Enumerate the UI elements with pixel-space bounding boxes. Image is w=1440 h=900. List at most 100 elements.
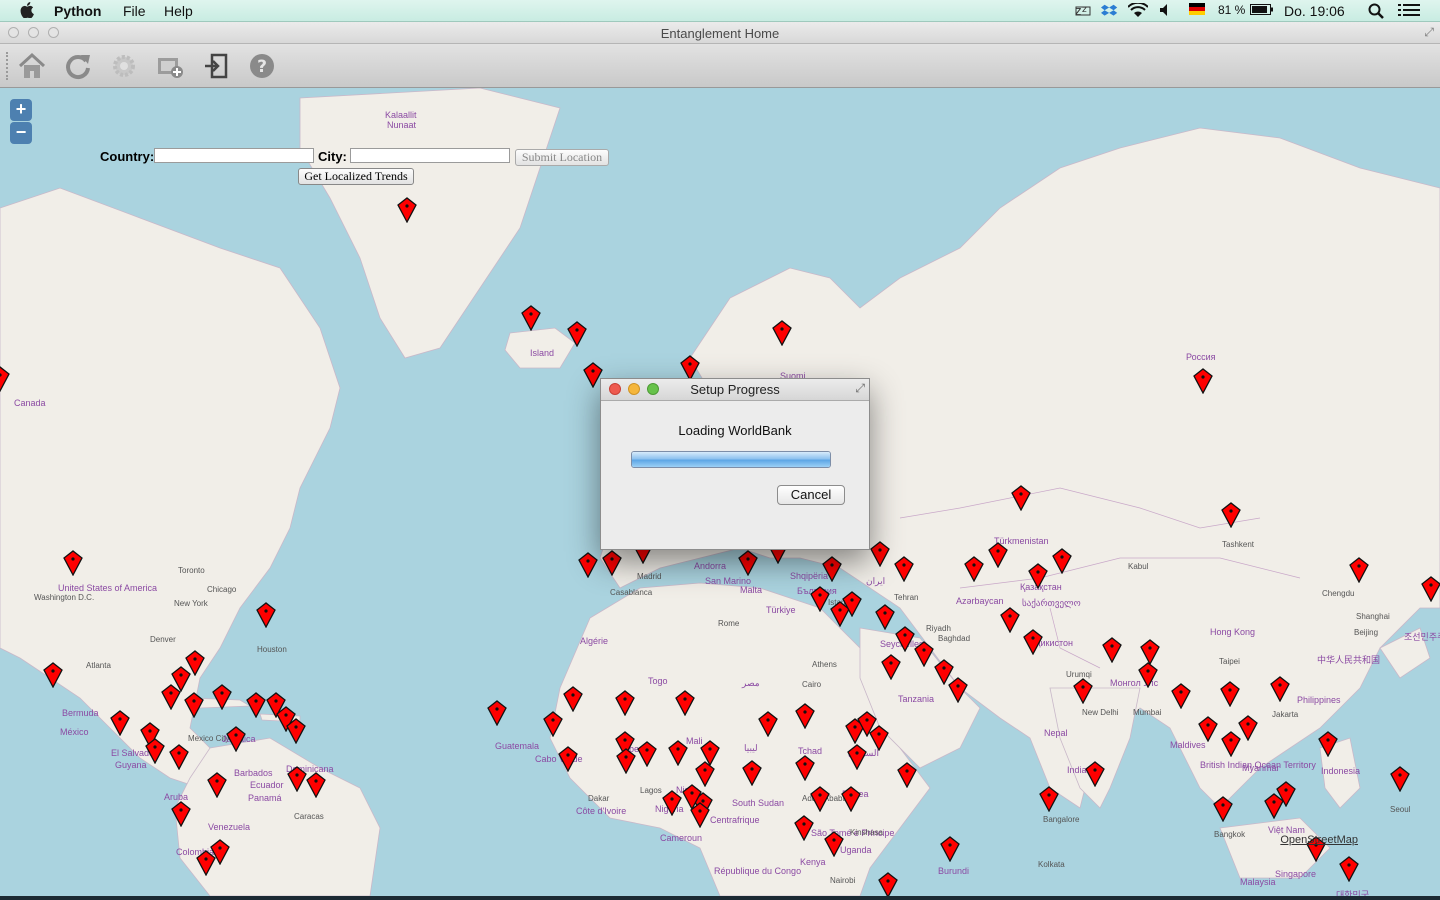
location-marker-icon[interactable] xyxy=(63,550,83,577)
location-marker-icon[interactable] xyxy=(914,641,934,668)
location-marker-icon[interactable] xyxy=(543,711,563,738)
spotlight-search-icon[interactable] xyxy=(1368,3,1384,22)
location-marker-icon[interactable] xyxy=(881,654,901,681)
location-marker-icon[interactable] xyxy=(1421,576,1440,603)
menu-file[interactable]: File xyxy=(123,3,146,19)
map-zoom-out-button[interactable]: − xyxy=(10,122,32,144)
toolbar-grip[interactable] xyxy=(6,52,10,80)
location-marker-icon[interactable] xyxy=(810,786,830,813)
city-input[interactable] xyxy=(350,148,510,163)
exit-icon[interactable] xyxy=(200,50,232,82)
submit-location-button[interactable]: Submit Location xyxy=(515,149,609,166)
location-marker-icon[interactable] xyxy=(286,718,306,745)
location-marker-icon[interactable] xyxy=(110,710,130,737)
location-marker-icon[interactable] xyxy=(306,772,326,799)
location-marker-icon[interactable] xyxy=(558,746,578,773)
menu-help[interactable]: Help xyxy=(164,3,193,19)
battery-percent[interactable]: 81 % xyxy=(1218,3,1245,17)
location-marker-icon[interactable] xyxy=(690,802,710,829)
volume-icon[interactable] xyxy=(1158,3,1172,20)
location-marker-icon[interactable] xyxy=(1318,731,1338,758)
location-marker-icon[interactable] xyxy=(578,552,598,579)
location-marker-icon[interactable] xyxy=(1198,716,1218,743)
location-marker-icon[interactable] xyxy=(563,686,583,713)
location-marker-icon[interactable] xyxy=(1085,761,1105,788)
location-marker-icon[interactable] xyxy=(256,602,276,629)
location-marker-icon[interactable] xyxy=(824,831,844,858)
location-marker-icon[interactable] xyxy=(171,801,191,828)
location-marker-icon[interactable] xyxy=(1221,502,1241,529)
menubar-clock[interactable]: Do. 19:06 xyxy=(1284,3,1345,19)
location-marker-icon[interactable] xyxy=(1193,368,1213,395)
refresh-icon[interactable] xyxy=(62,50,94,82)
location-marker-icon[interactable] xyxy=(184,692,204,719)
location-marker-icon[interactable] xyxy=(521,305,541,332)
location-marker-icon[interactable] xyxy=(841,786,861,813)
location-marker-icon[interactable] xyxy=(637,741,657,768)
location-marker-icon[interactable] xyxy=(161,684,181,711)
location-marker-icon[interactable] xyxy=(1171,683,1191,710)
location-marker-icon[interactable] xyxy=(794,815,814,842)
menu-app-name[interactable]: Python xyxy=(54,3,101,19)
location-marker-icon[interactable] xyxy=(847,744,867,771)
location-marker-icon[interactable] xyxy=(940,836,960,863)
location-marker-icon[interactable] xyxy=(1023,629,1043,656)
location-marker-icon[interactable] xyxy=(1000,607,1020,634)
location-marker-icon[interactable] xyxy=(1102,637,1122,664)
location-marker-icon[interactable] xyxy=(897,762,917,789)
location-marker-icon[interactable] xyxy=(842,591,862,618)
openstreetmap-attribution-link[interactable]: OpenStreetMap xyxy=(1280,834,1358,846)
notification-center-icon[interactable] xyxy=(1398,3,1420,21)
location-marker-icon[interactable] xyxy=(0,366,10,393)
location-marker-icon[interactable] xyxy=(742,760,762,787)
location-marker-icon[interactable] xyxy=(1270,676,1290,703)
country-input[interactable] xyxy=(154,148,314,163)
location-marker-icon[interactable] xyxy=(1349,557,1369,584)
location-marker-icon[interactable] xyxy=(226,726,246,753)
fullscreen-icon[interactable]: ⤢ xyxy=(1424,25,1434,40)
location-marker-icon[interactable] xyxy=(615,690,635,717)
location-marker-icon[interactable] xyxy=(894,556,914,583)
german-flag-icon[interactable] xyxy=(1189,3,1205,18)
location-marker-icon[interactable] xyxy=(772,320,792,347)
location-marker-icon[interactable] xyxy=(1390,766,1410,793)
location-marker-icon[interactable] xyxy=(212,684,232,711)
cancel-button[interactable]: Cancel xyxy=(777,485,845,505)
location-marker-icon[interactable] xyxy=(1138,662,1158,689)
location-marker-icon[interactable] xyxy=(616,748,636,775)
location-marker-icon[interactable] xyxy=(675,690,695,717)
location-marker-icon[interactable] xyxy=(567,321,587,348)
battery-icon[interactable] xyxy=(1250,3,1274,19)
location-marker-icon[interactable] xyxy=(43,662,63,689)
location-marker-icon[interactable] xyxy=(964,556,984,583)
location-marker-icon[interactable] xyxy=(738,550,758,577)
location-marker-icon[interactable] xyxy=(1052,548,1072,575)
location-marker-icon[interactable] xyxy=(795,703,815,730)
location-marker-icon[interactable] xyxy=(287,766,307,793)
dropbox-icon[interactable] xyxy=(1101,3,1119,22)
location-marker-icon[interactable] xyxy=(145,738,165,765)
dialog-fullscreen-icon[interactable]: ⤢ xyxy=(855,381,865,396)
location-marker-icon[interactable] xyxy=(246,692,266,719)
settings-icon[interactable] xyxy=(108,50,140,82)
help-icon[interactable]: ? xyxy=(246,50,278,82)
location-marker-icon[interactable] xyxy=(662,790,682,817)
location-marker-icon[interactable] xyxy=(1276,781,1296,808)
location-marker-icon[interactable] xyxy=(1220,681,1240,708)
location-marker-icon[interactable] xyxy=(878,872,898,896)
location-marker-icon[interactable] xyxy=(870,541,890,568)
location-marker-icon[interactable] xyxy=(895,626,915,653)
location-marker-icon[interactable] xyxy=(857,711,877,738)
add-feed-icon[interactable] xyxy=(154,50,186,82)
location-marker-icon[interactable] xyxy=(207,772,227,799)
get-localized-trends-button[interactable]: Get Localized Trends xyxy=(298,168,414,185)
location-marker-icon[interactable] xyxy=(875,604,895,631)
location-marker-icon[interactable] xyxy=(810,586,830,613)
location-marker-icon[interactable] xyxy=(1039,786,1059,813)
apple-menu-icon[interactable] xyxy=(20,2,34,22)
location-marker-icon[interactable] xyxy=(988,542,1008,569)
sleep-status-icon[interactable]: zz xyxy=(1075,3,1093,20)
map-zoom-in-button[interactable]: + xyxy=(10,99,32,121)
location-marker-icon[interactable] xyxy=(948,677,968,704)
location-marker-icon[interactable] xyxy=(397,197,417,224)
